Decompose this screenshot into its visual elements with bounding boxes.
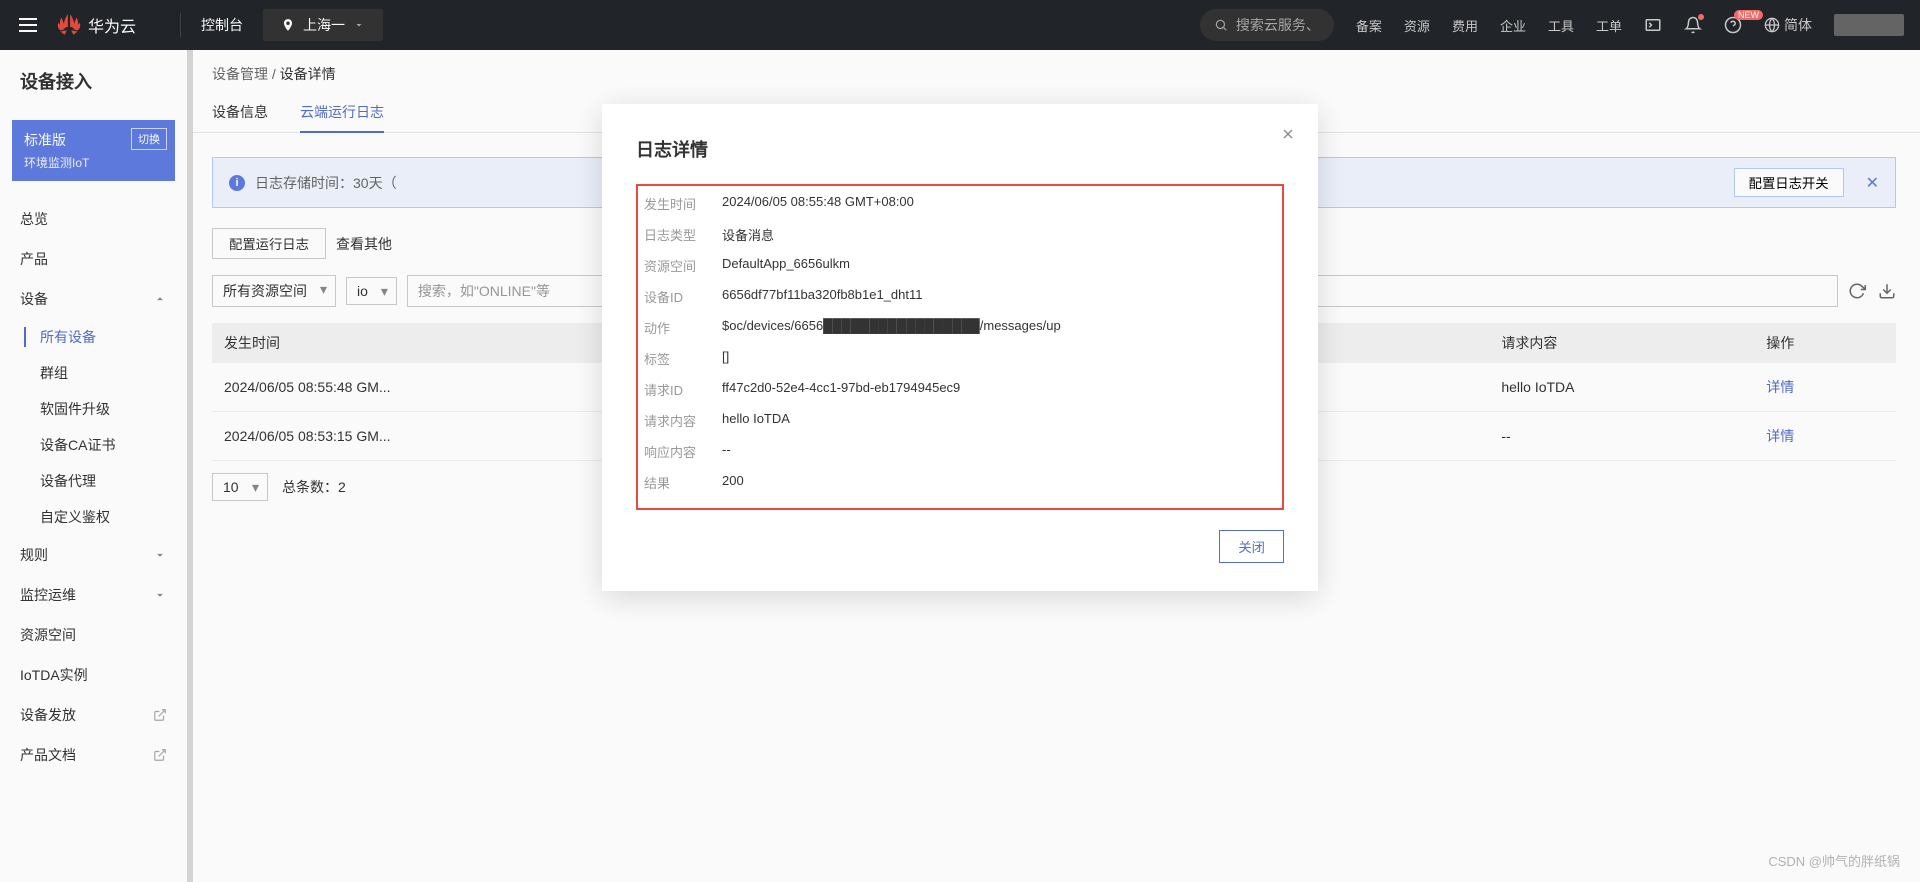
detail-row: 日志类型设备消息	[644, 219, 1276, 250]
detail-row: 结果200	[644, 467, 1276, 498]
detail-key: 结果	[644, 473, 722, 492]
detail-row: 响应内容--	[644, 436, 1276, 467]
detail-key: 动作	[644, 318, 722, 337]
detail-value: --	[722, 442, 731, 461]
detail-row: 资源空间DefaultApp_6656ulkm	[644, 250, 1276, 281]
detail-value: $oc/devices/6656█████████████████/messag…	[722, 318, 1061, 337]
detail-value: 2024/06/05 08:55:48 GMT+08:00	[722, 194, 914, 213]
detail-value: 6656df77bf11ba320fb8b1e1_dht11	[722, 287, 923, 306]
detail-row: 请求内容hello IoTDA	[644, 405, 1276, 436]
modal-title: 日志详情	[636, 136, 1284, 162]
modal-close-icon[interactable]	[1280, 126, 1296, 145]
detail-key: 设备ID	[644, 287, 722, 306]
detail-key: 响应内容	[644, 442, 722, 461]
log-detail-modal: 日志详情 发生时间2024/06/05 08:55:48 GMT+08:00日志…	[602, 104, 1318, 591]
detail-row: 请求IDff47c2d0-52e4-4cc1-97bd-eb1794945ec9	[644, 374, 1276, 405]
detail-value: ff47c2d0-52e4-4cc1-97bd-eb1794945ec9	[722, 380, 960, 399]
detail-value: 设备消息	[722, 225, 774, 244]
detail-value: []	[722, 349, 729, 368]
detail-value: 200	[722, 473, 744, 492]
detail-row: 设备ID6656df77bf11ba320fb8b1e1_dht11	[644, 281, 1276, 312]
detail-key: 标签	[644, 349, 722, 368]
detail-row: 发生时间2024/06/05 08:55:48 GMT+08:00	[644, 188, 1276, 219]
detail-value: DefaultApp_6656ulkm	[722, 256, 850, 275]
detail-value: hello IoTDA	[722, 411, 790, 430]
detail-key: 发生时间	[644, 194, 722, 213]
detail-key: 资源空间	[644, 256, 722, 275]
detail-box: 发生时间2024/06/05 08:55:48 GMT+08:00日志类型设备消…	[636, 184, 1284, 510]
detail-key: 请求内容	[644, 411, 722, 430]
detail-key: 日志类型	[644, 225, 722, 244]
detail-row: 动作$oc/devices/6656█████████████████/mess…	[644, 312, 1276, 343]
modal-close-button[interactable]: 关闭	[1219, 530, 1284, 563]
detail-key: 请求ID	[644, 380, 722, 399]
detail-row: 标签[]	[644, 343, 1276, 374]
